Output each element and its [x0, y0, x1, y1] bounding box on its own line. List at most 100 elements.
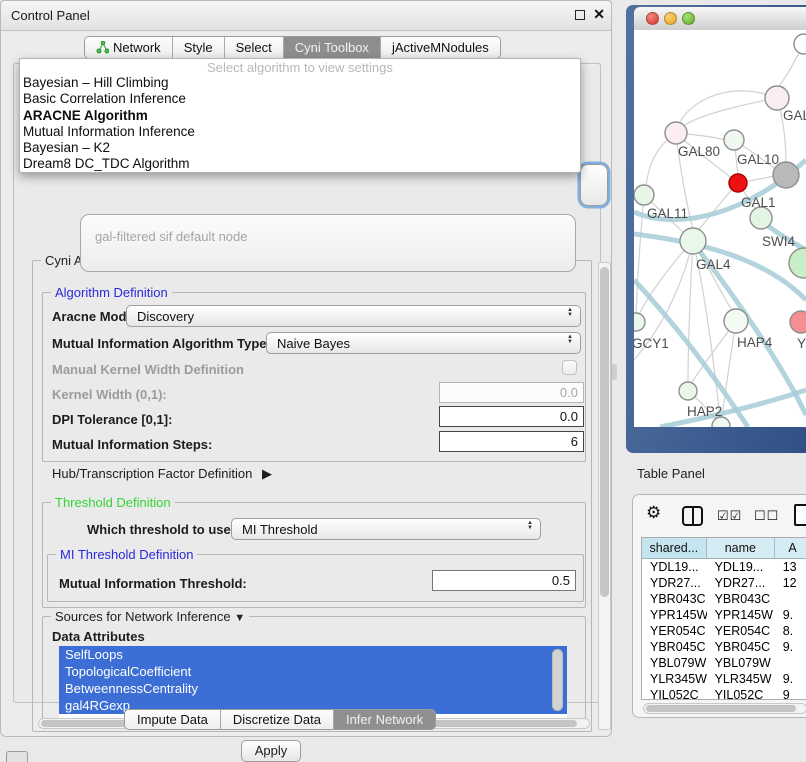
network-window-titlebar[interactable]: [634, 7, 806, 31]
network-node[interactable]: [794, 34, 806, 54]
control-panel-title: Control Panel: [11, 8, 90, 23]
network-node-y[interactable]: [790, 311, 806, 333]
mi-threshold-field[interactable]: [432, 570, 576, 591]
table-cell: YPR145W: [707, 607, 775, 623]
network-node-gal[interactable]: [765, 86, 789, 110]
table-horizontal-scrollbar[interactable]: [643, 703, 806, 714]
table-cell: YDR27...: [707, 575, 775, 591]
table-row[interactable]: YIL052CYIL052C9: [642, 687, 806, 700]
table-cell: YBL079W: [642, 655, 707, 671]
table-row[interactable]: YER054CYER054C8.: [642, 623, 806, 639]
expand-arrow-icon[interactable]: ▶: [262, 466, 272, 481]
which-threshold-combobox[interactable]: MI Threshold ▲▼: [231, 518, 541, 540]
tab-style[interactable]: Style: [173, 37, 225, 58]
algorithm-option[interactable]: Bayesian – K2: [20, 140, 580, 156]
mi-type-combobox[interactable]: Naive Bayes ▲▼: [266, 332, 581, 354]
table-row[interactable]: YBL079WYBL079W: [642, 655, 806, 671]
kernel-width-field[interactable]: [439, 382, 584, 403]
network-node-hap2[interactable]: [679, 382, 697, 400]
control-panel-titlebar[interactable]: Control Panel ✕: [1, 1, 611, 31]
table-cell: YDL19...: [707, 559, 775, 575]
network-node-gal10[interactable]: [724, 130, 744, 150]
gear-icon[interactable]: ⚙: [646, 503, 661, 523]
table-row[interactable]: YPR145WYPR145W9.: [642, 607, 806, 623]
dpi-tolerance-field[interactable]: [439, 406, 584, 427]
node-label: GCY1: [634, 336, 669, 351]
table-row[interactable]: YBR043CYBR043C: [642, 591, 806, 607]
settings-vertical-scrollbar[interactable]: [598, 262, 611, 730]
attributes-scroll-thumb[interactable]: [552, 649, 563, 711]
network-selection-combobox[interactable]: gal-filtered sif default node: [80, 214, 576, 272]
bottom-tab-impute-data[interactable]: Impute Data: [125, 710, 221, 729]
mac-close-button[interactable]: [646, 12, 659, 25]
table-cell: YIL052C: [642, 687, 707, 700]
table-row[interactable]: YLR345WYLR345W9.: [642, 671, 806, 687]
table-row[interactable]: YDL19...YDL19...13: [642, 559, 806, 575]
network-node-gcy1[interactable]: [634, 313, 645, 331]
threshold-definition-title: Threshold Definition: [51, 495, 175, 510]
panel-splitter-handle[interactable]: [612, 364, 617, 380]
algorithm-option[interactable]: Dream8 DC_TDC Algorithm: [20, 156, 580, 172]
attribute-list-item[interactable]: BetweennessCentrality: [59, 680, 567, 697]
network-edge: [638, 241, 693, 317]
table-hscroll-thumb[interactable]: [646, 705, 796, 712]
document-icon[interactable]: [794, 504, 806, 526]
data-attributes-list[interactable]: SelfLoopsTopologicalCoefficientBetweenne…: [59, 646, 567, 718]
attribute-list-item[interactable]: TopologicalCoefficient: [59, 663, 567, 680]
network-view-window[interactable]: GALGAL80GAL10GAL1GAL11SWI4GAL4GCY1HAP4YH…: [626, 5, 806, 453]
table-cell: YBR045C: [707, 639, 775, 655]
bottom-tab-infer-network[interactable]: Infer Network: [334, 710, 435, 729]
mi-steps-field[interactable]: [439, 431, 584, 452]
tab-label: Style: [184, 40, 213, 55]
manual-kernel-checkbox[interactable]: [562, 360, 577, 375]
select-all-icon[interactable]: ☑☑: [717, 508, 742, 524]
table-cell: 9: [775, 687, 806, 700]
float-window-icon[interactable]: [575, 10, 585, 20]
table-row[interactable]: YBR045CYBR045C9.: [642, 639, 806, 655]
apply-button[interactable]: Apply: [241, 740, 301, 762]
bottom-corner-widget[interactable]: [6, 751, 28, 762]
tab-cyni-toolbox[interactable]: Cyni Toolbox: [284, 37, 381, 58]
manual-kernel-label: Manual Kernel Width Definition: [52, 362, 244, 377]
hub-definition-text: Hub/Transcription Factor Definition: [52, 466, 252, 481]
network-canvas[interactable]: GALGAL80GAL10GAL1GAL11SWI4GAL4GCY1HAP4YH…: [634, 30, 806, 427]
network-node-gal1[interactable]: [729, 174, 747, 192]
algorithm-definition-title: Algorithm Definition: [51, 285, 172, 300]
algorithm-option[interactable]: ARACNE Algorithm: [20, 108, 580, 124]
network-node[interactable]: [789, 248, 806, 278]
algorithm-option[interactable]: Bayesian – Hill Climbing: [20, 75, 580, 91]
table-cell: YER054C: [707, 623, 775, 639]
deselect-all-icon[interactable]: ☐☐: [754, 508, 779, 524]
table-cell: YBR043C: [707, 591, 775, 607]
table-cell: YER054C: [642, 623, 707, 639]
bottom-tab-discretize-data[interactable]: Discretize Data: [221, 710, 334, 729]
network-node-gal11[interactable]: [634, 185, 654, 205]
algorithm-combobox-edge[interactable]: [580, 164, 608, 206]
cyni-bottom-tabs: Impute DataDiscretize DataInfer Network: [124, 709, 436, 730]
split-columns-icon[interactable]: [682, 506, 703, 526]
attribute-list-item[interactable]: SelfLoops: [59, 646, 567, 663]
table-row[interactable]: YDR27...YDR27...12: [642, 575, 806, 591]
column-header[interactable]: A: [775, 538, 806, 558]
node-table: shared...nameA YDL19...YDL19...13YDR27..…: [641, 537, 806, 700]
network-node-gal80[interactable]: [665, 122, 687, 144]
network-node-gal4[interactable]: [680, 228, 706, 254]
algorithm-option[interactable]: Basic Correlation Inference: [20, 91, 580, 107]
aracne-mode-combobox[interactable]: Discovery ▲▼: [126, 305, 581, 327]
collapse-arrow-icon[interactable]: ▼: [234, 612, 245, 624]
mac-zoom-button[interactable]: [682, 12, 695, 25]
tab-network[interactable]: Network: [85, 37, 173, 58]
network-node-swi4[interactable]: [750, 207, 772, 229]
tab-select[interactable]: Select: [225, 37, 284, 58]
mac-minimize-button[interactable]: [664, 12, 677, 25]
aracne-mode-value: Discovery: [137, 309, 194, 324]
close-icon[interactable]: ✕: [593, 6, 605, 23]
hub-definition-label[interactable]: Hub/Transcription Factor Definition ▶: [52, 466, 272, 482]
algorithm-option[interactable]: Mutual Information Inference: [20, 124, 580, 140]
settings-vscroll-thumb[interactable]: [600, 267, 609, 597]
tab-jactivemnodules[interactable]: jActiveMNodules: [381, 37, 500, 58]
node-label: GAL80: [678, 144, 720, 159]
column-header[interactable]: shared...: [642, 538, 707, 558]
column-header[interactable]: name: [707, 538, 775, 558]
network-node-hap4[interactable]: [724, 309, 748, 333]
